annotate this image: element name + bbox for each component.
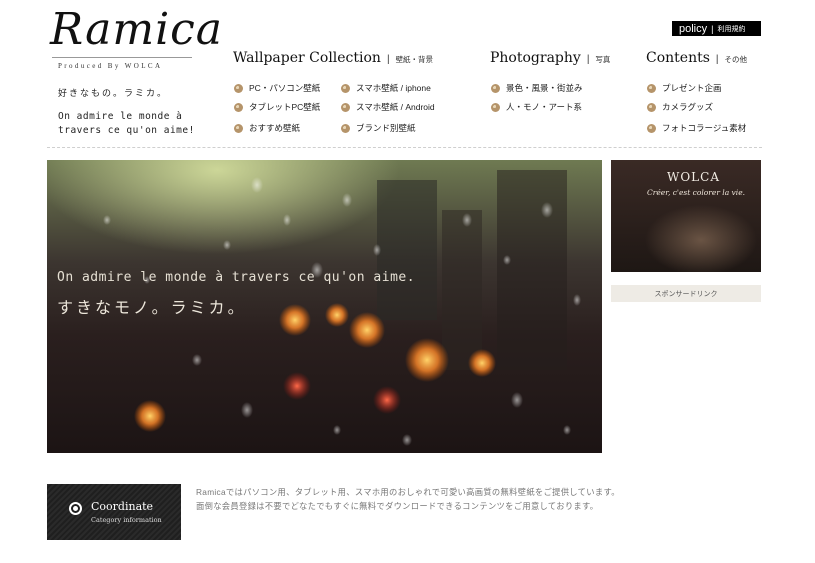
coordinate-title: Coordinate — [91, 500, 154, 513]
nav-item-label: おすすめ壁紙 — [249, 123, 301, 133]
nav-item-camera-goods[interactable]: カメラグッズ — [647, 101, 713, 113]
site-description-line2: 面倒な会員登録は不要でどなたでもすぐに無料でダウンロードできるコンテンツをご用意… — [196, 501, 599, 511]
bullet-icon — [341, 102, 350, 112]
nav-item-people-art[interactable]: 人・モノ・アート系 — [491, 101, 582, 113]
bullet-icon — [491, 102, 500, 112]
site-logo[interactable]: Ramica — [50, 8, 223, 52]
bullet-icon — [491, 83, 500, 93]
tagline-french-line1: On admire le monde à — [58, 111, 183, 122]
bullet-icon — [234, 102, 243, 112]
nav-item-photo-collage[interactable]: フォトコラージュ素材 — [647, 122, 746, 134]
coordinate-category-button[interactable]: Coordinate Category information — [47, 484, 181, 540]
nav-heading-title: Wallpaper Collection — [233, 50, 381, 66]
nav-item-present[interactable]: プレゼント企画 — [647, 82, 722, 94]
nav-heading-wallpaper[interactable]: Wallpaper Collection | 壁紙・背景 — [233, 50, 433, 66]
policy-label: policy — [679, 22, 708, 35]
nav-item-label: PC・パソコン壁紙 — [249, 83, 321, 93]
nav-item-label: スマホ壁紙 / Android — [356, 102, 435, 112]
policy-separator: | — [711, 23, 714, 34]
nav-item-scenery[interactable]: 景色・風景・街並み — [491, 82, 583, 94]
bullet-icon — [647, 123, 656, 133]
nav-heading-separator: | — [586, 54, 590, 65]
nav-heading-title: Contents — [646, 50, 710, 66]
nav-heading-sub: その他 — [724, 55, 748, 64]
policy-sub-label: 利用規約 — [717, 25, 746, 33]
nav-heading-contents[interactable]: Contents | その他 — [646, 50, 747, 66]
tagline-french: On admire le monde à travers ce qu'on ai… — [58, 110, 208, 138]
wolca-banner-title: WOLCA — [667, 170, 720, 184]
nav-heading-sub: 写真 — [595, 55, 611, 64]
hero-copy-japanese: すきなモノ。ラミカ。 — [57, 300, 247, 317]
wolca-banner-subtitle: Créer, c'est colorer la vie. — [647, 188, 746, 197]
nav-heading-title: Photography — [490, 50, 581, 66]
nav-item-label: カメラグッズ — [662, 102, 714, 112]
hero-copy-french: On admire le monde à travers ce qu'on ai… — [57, 270, 416, 285]
bullet-icon — [647, 102, 656, 112]
logo-divider — [52, 57, 192, 58]
nav-item-label: 人・モノ・アート系 — [506, 102, 582, 112]
nav-item-recommended-wallpaper[interactable]: おすすめ壁紙 — [234, 122, 300, 134]
nav-item-android-wallpaper[interactable]: スマホ壁紙 / Android — [341, 101, 435, 113]
nav-heading-photography[interactable]: Photography | 写真 — [490, 50, 610, 66]
produced-by-text: Produced By WOLCA — [58, 62, 163, 70]
bullet-icon — [647, 83, 656, 93]
tagline-french-line2: travers ce qu'on aime! — [58, 125, 195, 136]
site-description-line1: Ramicaではパソコン用、タブレット用、スマホ用のおしゃれで可愛い高画質の無料… — [196, 487, 620, 497]
wolca-banner[interactable]: WOLCA Créer, c'est colorer la vie. — [611, 160, 761, 272]
nav-item-label: プレゼント企画 — [662, 83, 722, 93]
nav-heading-separator: | — [715, 54, 719, 65]
nav-item-label: フォトコラージュ素材 — [662, 123, 747, 133]
nav-item-label: ブランド別壁紙 — [356, 123, 416, 133]
nav-item-tablet-wallpaper[interactable]: タブレットPC壁紙 — [234, 101, 320, 113]
bullet-icon — [341, 123, 350, 133]
nav-item-pc-wallpaper[interactable]: PC・パソコン壁紙 — [234, 82, 320, 94]
nav-item-label: 景色・風景・街並み — [506, 83, 583, 93]
site-description: Ramicaではパソコン用、タブレット用、スマホ用のおしゃれで可愛い高画質の無料… — [196, 485, 756, 513]
nav-item-label: タブレットPC壁紙 — [249, 102, 321, 112]
radio-circle-icon — [69, 502, 82, 515]
nav-heading-separator: | — [386, 54, 390, 65]
hero-image[interactable]: On admire le monde à travers ce qu'on ai… — [47, 160, 602, 453]
sponsored-link-label: スポンサードリンク — [611, 285, 761, 302]
bullet-icon — [234, 83, 243, 93]
nav-item-label: スマホ壁紙 / iphone — [356, 83, 431, 93]
nav-item-iphone-wallpaper[interactable]: スマホ壁紙 / iphone — [341, 82, 431, 94]
coordinate-subtitle: Category information — [91, 516, 162, 524]
bullet-icon — [341, 83, 350, 93]
nav-heading-sub: 壁紙・背景 — [395, 55, 434, 64]
header-divider — [47, 147, 762, 148]
nav-item-brand-wallpaper[interactable]: ブランド別壁紙 — [341, 122, 416, 134]
tagline-japanese: 好きなもの。ラミカ。 — [58, 88, 169, 98]
bullet-icon — [234, 123, 243, 133]
policy-link[interactable]: policy | 利用規約 — [672, 21, 761, 36]
